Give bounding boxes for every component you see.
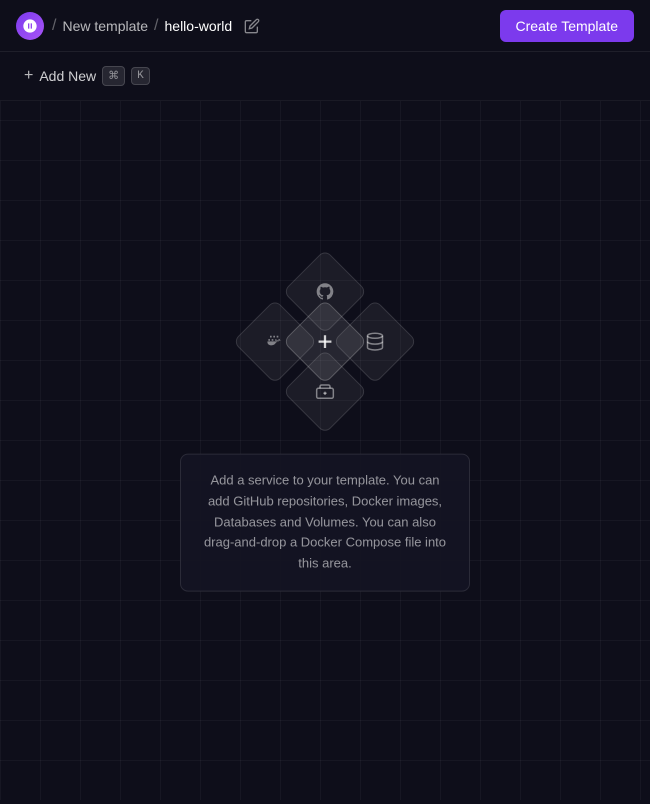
docker-icon [265,332,285,352]
app-header: / New template / hello-world Create Temp… [0,0,650,52]
github-icon [315,282,335,302]
edit-icon [244,18,260,34]
plus-center-icon [314,331,336,353]
template-canvas[interactable]: Add a service to your template. You can … [0,101,650,804]
hint-box: Add a service to your template. You can … [180,454,470,592]
hint-text: Add a service to your template. You can … [201,471,449,575]
add-new-label: Add New [39,68,96,84]
plus-icon: + [24,67,33,85]
breadcrumb-sep-1: / [52,17,56,35]
header-left: / New template / hello-world [16,12,264,40]
toolbar: + Add New ⌘ K [0,52,650,101]
breadcrumb: / New template / hello-world [52,17,232,35]
logo[interactable] [16,12,44,40]
edit-name-button[interactable] [240,14,264,38]
kbd-key: K [131,67,150,85]
railway-logo-icon [22,18,38,34]
add-new-button[interactable]: + Add New ⌘ K [16,62,158,90]
breadcrumb-new-template[interactable]: New template [62,18,148,34]
breadcrumb-hello-world[interactable]: hello-world [165,18,233,34]
database-icon [365,332,385,352]
diamond-grid [245,262,405,422]
kbd-meta: ⌘ [102,66,125,86]
create-template-button[interactable]: Create Template [500,10,634,42]
volume-icon [315,382,335,402]
breadcrumb-sep-2: / [154,17,158,35]
service-add-cluster: Add a service to your template. You can … [180,262,470,592]
add-service-center-button[interactable] [283,299,368,384]
